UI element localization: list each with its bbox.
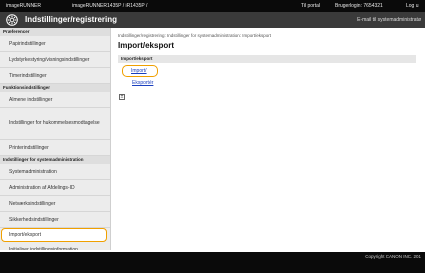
sidebar-item-volume-display[interactable]: Lydstyrkestyring/visningsindstillinger xyxy=(0,52,110,68)
header-title: Indstillinger/registrering xyxy=(25,15,118,24)
sidebar-heading-preferences: Præferencer xyxy=(0,28,110,36)
sidebar-item-general[interactable]: Almene indstillinger xyxy=(0,92,110,108)
sidebar-item-paper[interactable]: Papirindstillinger xyxy=(0,36,110,52)
sidebar-item-timer[interactable]: Timerindstillinger xyxy=(0,68,110,84)
breadcrumb: Indstillinger/registrering: Indstillinge… xyxy=(118,33,272,38)
sidebar-item-printer[interactable]: Printerindstillinger xyxy=(0,140,110,156)
model-name: imageRUNNER1435P / iR1435P / xyxy=(72,3,148,9)
main-content: Indstillinger/registrering: Indstillinge… xyxy=(113,28,425,250)
sidebar-item-network[interactable]: Netværksindstillinger xyxy=(0,196,110,212)
sidebar-item-department-id[interactable]: Administration af Afdelings-ID xyxy=(0,180,110,196)
user-login-label: Brugerlogin: 7654321 xyxy=(335,3,383,9)
portal-link[interactable]: Til portal xyxy=(301,3,320,9)
footer: Copyright CANON INC. 201 xyxy=(0,252,425,273)
sidebar: Præferencer Papirindstillinger Lydstyrke… xyxy=(0,28,111,250)
sidebar-heading-admin: Indstillinger for systemadministration xyxy=(0,156,110,164)
top-bar: imageRUNNER imageRUNNER1435P / iR1435P /… xyxy=(0,0,425,12)
sidebar-item-memory-reception[interactable]: Indstillinger for hukommelsesmodtagelse xyxy=(0,108,110,140)
page-title: Import/eksport xyxy=(118,41,175,50)
email-admin-link[interactable]: E-mail til systemadministratø xyxy=(357,17,421,23)
section-header: Import/eksport xyxy=(118,55,416,63)
import-link-highlight[interactable]: Import/ xyxy=(122,65,158,77)
logout-link[interactable]: Log u xyxy=(406,3,419,9)
sidebar-item-import-export[interactable]: Import/eksport xyxy=(1,228,107,242)
product-name: imageRUNNER xyxy=(6,3,42,9)
sidebar-item-security[interactable]: Sikkerhedsindstillinger xyxy=(0,212,110,228)
expand-toggle-icon[interactable]: ± xyxy=(119,94,125,100)
sidebar-heading-functions: Funktionsindstillinger xyxy=(0,84,110,92)
sidebar-item-system-admin[interactable]: Systemadministration xyxy=(0,164,110,180)
copyright-text: Copyright CANON INC. 201 xyxy=(365,254,421,259)
export-link[interactable]: Eksportér xyxy=(132,80,153,86)
settings-gear-icon xyxy=(6,14,18,26)
title-bar: Indstillinger/registrering E-mail til sy… xyxy=(0,12,425,28)
import-link[interactable]: Import/ xyxy=(131,68,147,74)
sidebar-item-initialize[interactable]: Initialiser indstillingsinformation xyxy=(0,242,110,251)
